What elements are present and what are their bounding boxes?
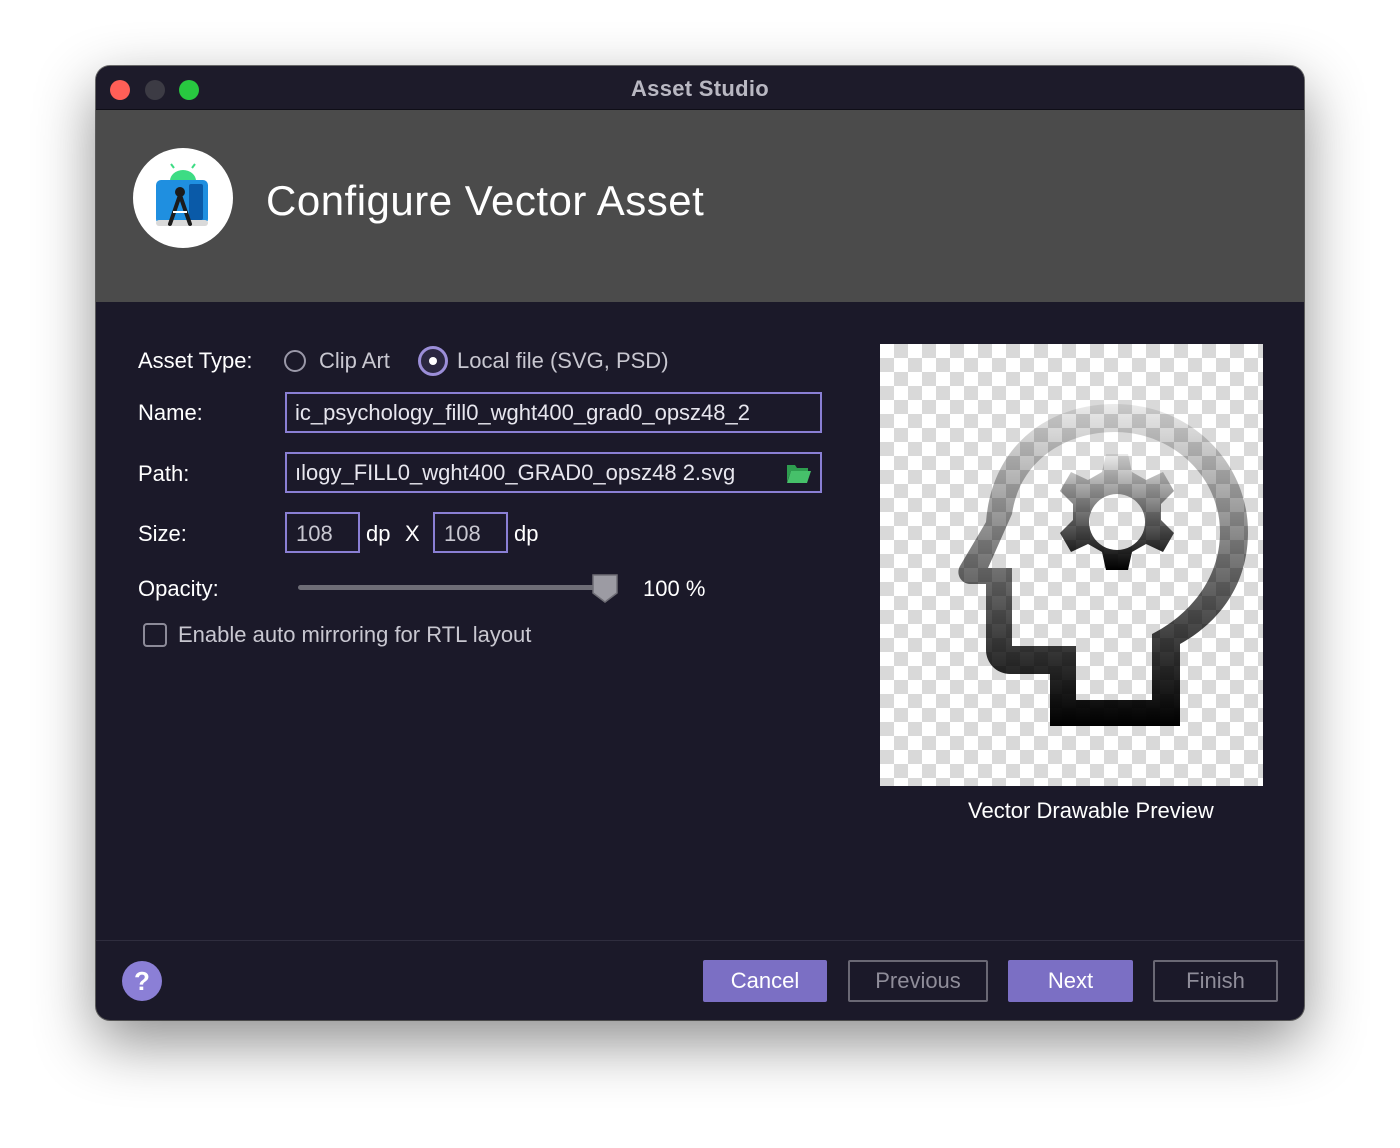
asset-type-label: Asset Type: [138, 348, 253, 373]
help-button[interactable]: ? [122, 961, 162, 1001]
preview-caption: Vector Drawable Preview [968, 798, 1214, 823]
wizard-header: Configure Vector Asset [96, 110, 1304, 302]
previous-button[interactable]: Previous [848, 960, 988, 1002]
path-value: ılogy_FILL0_wght400_GRAD0_opsz48 2.svg [295, 460, 736, 485]
radio-clip-art[interactable] [284, 350, 306, 372]
radio-local-file[interactable] [418, 346, 448, 376]
opacity-label: Opacity: [138, 576, 219, 601]
width-unit: dp [366, 521, 391, 546]
folder-open-icon[interactable] [786, 462, 812, 484]
height-input[interactable]: 108 [433, 512, 508, 553]
finish-button[interactable]: Finish [1153, 960, 1278, 1002]
asset-studio-window: Asset Studio Configure Vector Asset Asse… [96, 66, 1304, 1020]
name-label: Name: [138, 400, 203, 425]
auto-mirroring-checkbox[interactable] [143, 623, 167, 647]
name-input[interactable]: ic_psychology_fill0_wght400_grad0_opsz48… [285, 392, 822, 433]
radio-local-file-label[interactable]: Local file (SVG, PSD) [457, 348, 669, 374]
title-bar: Asset Studio [96, 66, 1304, 110]
height-unit: dp [514, 521, 539, 546]
width-input[interactable]: 108 [285, 512, 360, 553]
size-separator: X [405, 521, 420, 546]
radio-clip-art-label[interactable]: Clip Art [319, 348, 390, 374]
android-studio-logo-icon [133, 148, 233, 248]
path-input[interactable]: ılogy_FILL0_wght400_GRAD0_opsz48 2.svg [285, 452, 822, 493]
page-title: Configure Vector Asset [266, 177, 705, 224]
opacity-slider-thumb[interactable] [591, 573, 619, 603]
psychology-head-gear-icon [958, 404, 1248, 726]
opacity-value: 100 % [643, 576, 706, 601]
cancel-button[interactable]: Cancel [703, 960, 827, 1002]
opacity-slider-track[interactable] [298, 585, 608, 590]
path-label: Path: [138, 461, 190, 486]
next-button[interactable]: Next [1008, 960, 1133, 1002]
size-label: Size: [138, 521, 187, 546]
window-title: Asset Studio [630, 76, 770, 101]
vector-preview [880, 344, 1263, 786]
footer-divider [96, 940, 1304, 941]
auto-mirroring-label[interactable]: Enable auto mirroring for RTL layout [178, 622, 531, 648]
